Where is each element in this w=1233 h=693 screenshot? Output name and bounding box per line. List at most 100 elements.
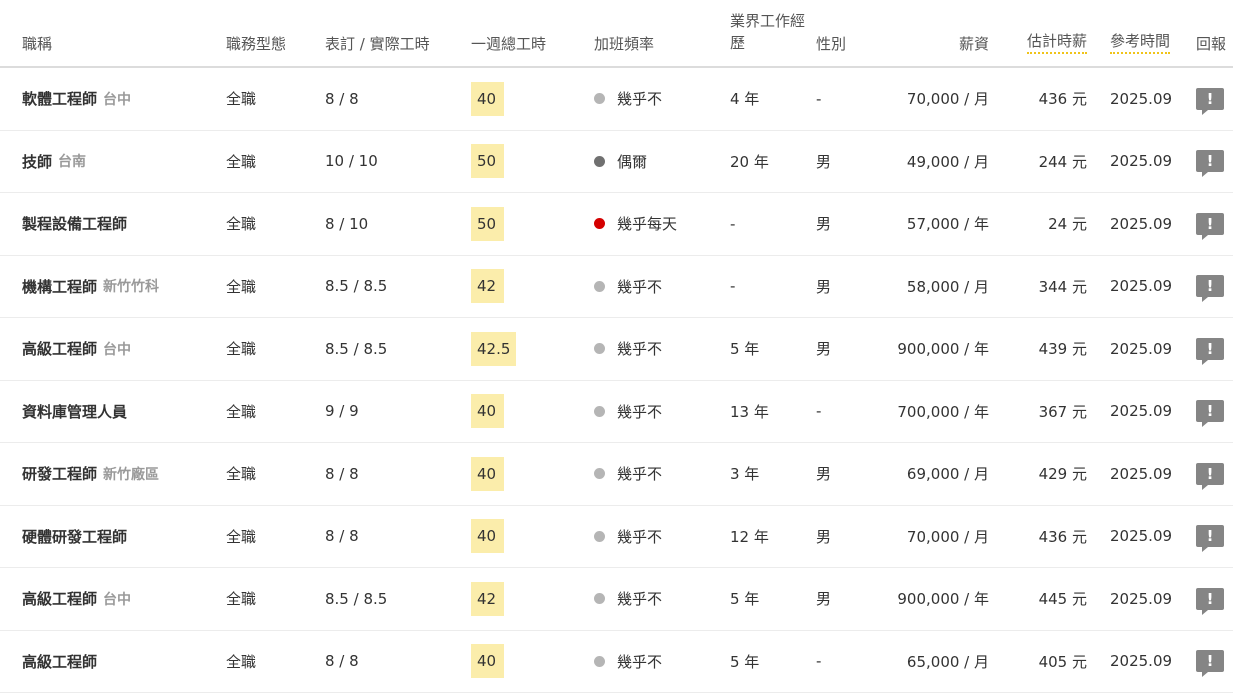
job-location: 台中 (103, 589, 131, 609)
report-cell: ! (1196, 631, 1224, 693)
overtime-dot-icon (594, 406, 605, 417)
estimated-hourly: 367 元 (1039, 381, 1087, 443)
overtime-dot-icon (594, 281, 605, 292)
overtime-cell: 偶爾 (594, 131, 647, 193)
job-title[interactable]: 機構工程師 (22, 276, 97, 297)
work-hours: 8.5 / 8.5 (325, 318, 387, 380)
report-icon[interactable]: ! (1196, 463, 1224, 485)
header-estimated-label[interactable]: 估計時薪 (1027, 30, 1087, 54)
overtime-cell: 幾乎每天 (594, 193, 677, 255)
overtime-frequency: 幾乎不 (617, 338, 662, 359)
experience: 13 年 (730, 381, 769, 443)
job-title[interactable]: 製程設備工程師 (22, 213, 127, 234)
job-title-cell[interactable]: 硬體研發工程師 (22, 506, 133, 568)
overtime-frequency: 幾乎不 (617, 588, 662, 609)
estimated-hourly: 436 元 (1039, 506, 1087, 568)
employment-type: 全職 (226, 193, 256, 255)
salary: 70,000 / 月 (907, 68, 989, 130)
overtime-frequency: 幾乎不 (617, 526, 662, 547)
job-title-cell[interactable]: 高級工程師 台中 (22, 318, 131, 380)
overtime-frequency: 幾乎不 (617, 401, 662, 422)
job-title-cell[interactable]: 技師 台南 (22, 131, 86, 193)
header-estimated[interactable]: 估計時薪 (1027, 0, 1087, 66)
header-hours[interactable]: 表訂 / 實際工時 (325, 0, 430, 66)
table-row: 高級工程師 台中 全職 8.5 / 8.5 42 幾乎不 5 年 男 900,0… (0, 568, 1233, 631)
table-row: 硬體研發工程師 全職 8 / 8 40 幾乎不 12 年 男 70,000 / … (0, 506, 1233, 569)
job-title[interactable]: 高級工程師 (22, 588, 97, 609)
job-title-cell[interactable]: 軟體工程師 台中 (22, 68, 131, 130)
job-title[interactable]: 技師 (22, 151, 52, 172)
table-row: 機構工程師 新竹竹科 全職 8.5 / 8.5 42 幾乎不 - 男 58,00… (0, 256, 1233, 319)
employment-type: 全職 (226, 631, 256, 693)
job-title-cell[interactable]: 資料庫管理人員 (22, 381, 133, 443)
employment-type: 全職 (226, 131, 256, 193)
overtime-cell: 幾乎不 (594, 631, 662, 693)
estimated-hourly: 405 元 (1039, 631, 1087, 693)
overtime-dot-icon (594, 593, 605, 604)
report-icon[interactable]: ! (1196, 88, 1224, 110)
salary: 900,000 / 年 (897, 318, 989, 380)
job-location: 台中 (103, 339, 131, 359)
estimated-hourly: 445 元 (1039, 568, 1087, 630)
salary: 700,000 / 年 (897, 381, 989, 443)
work-hours: 8 / 8 (325, 68, 359, 130)
table-header: 職稱 職務型態 表訂 / 實際工時 一週總工時 加班頻率 業界工作經歷 性別 薪… (0, 0, 1233, 68)
job-title[interactable]: 資料庫管理人員 (22, 401, 127, 422)
gender: 男 (816, 318, 831, 380)
report-cell: ! (1196, 318, 1224, 380)
job-title-cell[interactable]: 高級工程師 台中 (22, 568, 131, 630)
report-icon[interactable]: ! (1196, 588, 1224, 610)
overtime-frequency: 幾乎不 (617, 463, 662, 484)
header-title[interactable]: 職稱 (22, 0, 52, 66)
header-salary[interactable]: 薪資 (959, 0, 989, 66)
weekly-hours-cell: 40 (471, 443, 504, 505)
job-title-cell[interactable]: 研發工程師 新竹廠區 (22, 443, 159, 505)
weekly-hours-cell: 50 (471, 131, 504, 193)
report-icon[interactable]: ! (1196, 275, 1224, 297)
work-hours: 8.5 / 8.5 (325, 568, 387, 630)
table-row: 研發工程師 新竹廠區 全職 8 / 8 40 幾乎不 3 年 男 69,000 … (0, 443, 1233, 506)
report-icon[interactable]: ! (1196, 650, 1224, 672)
job-title[interactable]: 高級工程師 (22, 338, 97, 359)
work-hours: 10 / 10 (325, 131, 378, 193)
header-experience[interactable]: 業界工作經歷 (730, 0, 810, 66)
job-title-cell[interactable]: 高級工程師 (22, 631, 103, 693)
report-icon[interactable]: ! (1196, 525, 1224, 547)
report-cell: ! (1196, 443, 1224, 505)
job-title[interactable]: 硬體研發工程師 (22, 526, 127, 547)
header-type[interactable]: 職務型態 (226, 0, 286, 66)
report-icon[interactable]: ! (1196, 150, 1224, 172)
report-icon[interactable]: ! (1196, 400, 1224, 422)
header-reference-label[interactable]: 參考時間 (1110, 30, 1170, 54)
estimated-hourly: 24 元 (1048, 193, 1087, 255)
employment-type: 全職 (226, 318, 256, 380)
work-hours: 9 / 9 (325, 381, 359, 443)
header-gender[interactable]: 性別 (816, 0, 846, 66)
job-title[interactable]: 高級工程師 (22, 651, 97, 672)
weekly-hours-cell: 40 (471, 381, 504, 443)
job-title[interactable]: 軟體工程師 (22, 88, 97, 109)
job-title[interactable]: 研發工程師 (22, 463, 97, 484)
experience: 5 年 (730, 631, 759, 693)
experience: 5 年 (730, 318, 759, 380)
weekly-hours: 50 (471, 144, 504, 178)
experience: 12 年 (730, 506, 769, 568)
overtime-cell: 幾乎不 (594, 443, 662, 505)
reference-date: 2025.09 (1110, 568, 1172, 630)
header-reference[interactable]: 參考時間 (1110, 0, 1170, 66)
work-hours: 8 / 10 (325, 193, 368, 255)
report-cell: ! (1196, 193, 1224, 255)
report-icon[interactable]: ! (1196, 213, 1224, 235)
reference-date: 2025.09 (1110, 318, 1172, 380)
work-hours: 8 / 8 (325, 443, 359, 505)
estimated-hourly: 429 元 (1039, 443, 1087, 505)
header-overtime[interactable]: 加班頻率 (594, 0, 654, 66)
report-icon[interactable]: ! (1196, 338, 1224, 360)
job-title-cell[interactable]: 製程設備工程師 (22, 193, 133, 255)
header-week[interactable]: 一週總工時 (471, 0, 546, 66)
job-location: 台中 (103, 89, 131, 109)
job-title-cell[interactable]: 機構工程師 新竹竹科 (22, 256, 159, 318)
salary: 58,000 / 月 (907, 256, 989, 318)
experience: - (730, 193, 735, 255)
weekly-hours: 50 (471, 207, 504, 241)
